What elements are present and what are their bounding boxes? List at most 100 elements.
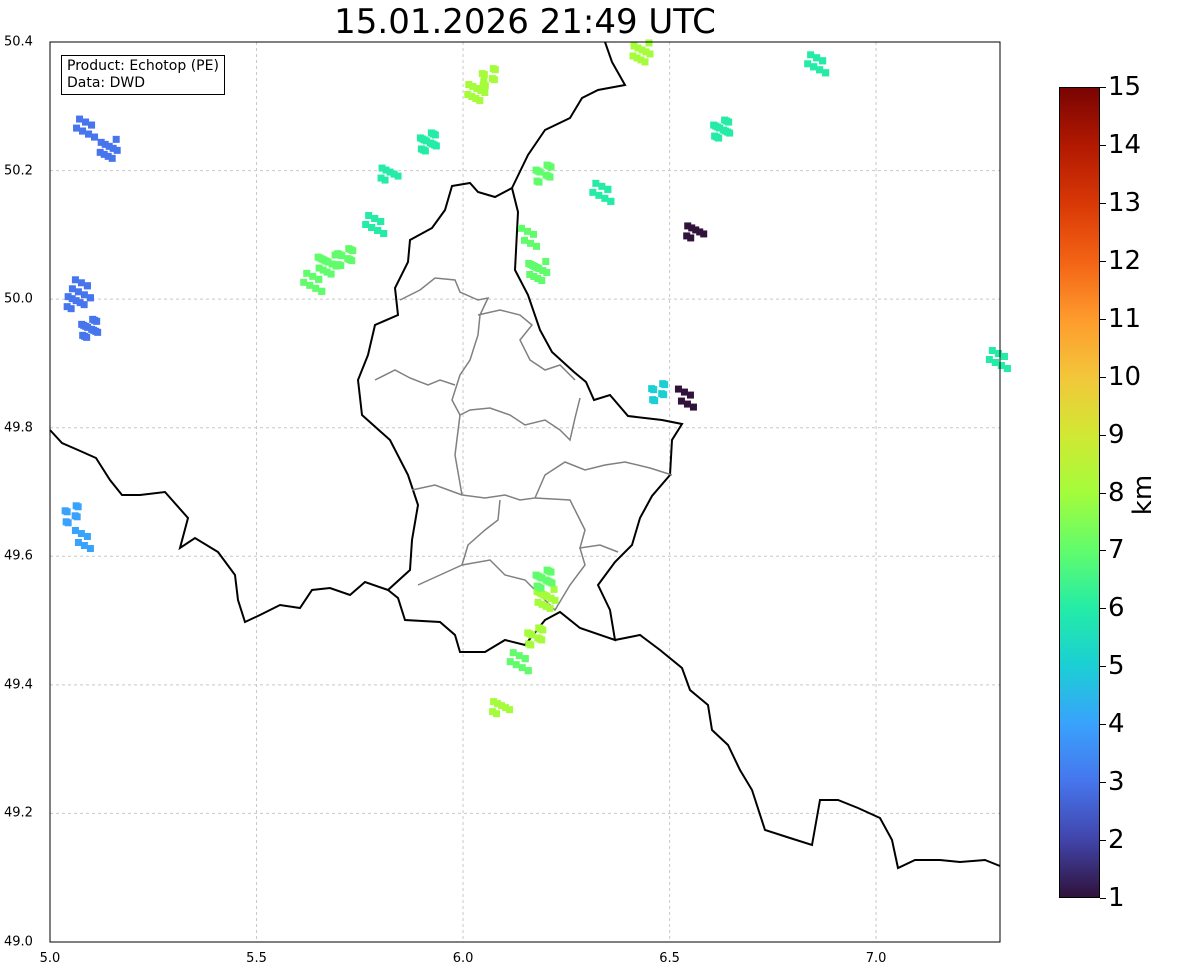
echo-cell (551, 596, 559, 604)
colorbar-tick-label: 9 (1108, 419, 1125, 450)
colorbar-tick-mark (1100, 666, 1106, 668)
echo-cell (641, 58, 649, 66)
echo-cell (86, 294, 94, 302)
echo-cell (518, 664, 526, 672)
echo-cell (80, 301, 88, 309)
echo-cell (813, 54, 821, 62)
echo-cell (660, 391, 668, 399)
echo-cell (431, 131, 439, 139)
echo-cell (536, 168, 544, 176)
canton-border (399, 277, 581, 442)
colorbar-tick-mark (1100, 782, 1106, 784)
colorbar (1059, 87, 1100, 898)
echo-cell (546, 173, 554, 181)
echo-cell (527, 641, 535, 649)
echo-cell (83, 533, 91, 540)
echo-cell (86, 545, 94, 552)
y-tick-label: 49.2 (4, 805, 33, 821)
echo-cell (822, 69, 830, 77)
product-label: Product: Echotop (PE) (67, 58, 219, 74)
y-tick-label: 49.4 (4, 677, 33, 693)
echo-cell (80, 542, 88, 549)
colorbar-tick-label: 3 (1108, 767, 1125, 798)
echo-cell (64, 519, 72, 527)
colorbar-tick-label: 4 (1108, 709, 1125, 740)
echo-cell (421, 147, 429, 155)
colorbar-tick-label: 5 (1108, 651, 1125, 682)
echo-cell (348, 257, 356, 265)
echo-cell (689, 403, 697, 411)
echo-cell (518, 224, 525, 232)
colorbar-tick-label: 13 (1108, 187, 1142, 218)
echo-cell (601, 194, 609, 202)
colorbar-tick-label: 7 (1108, 535, 1125, 566)
colorbar-tick-mark (1100, 202, 1106, 204)
colorbar-tick-mark (1100, 550, 1106, 552)
y-tick-label: 50.4 (4, 34, 33, 50)
echo-cell (1003, 365, 1011, 372)
echo-cell (349, 247, 357, 255)
y-tick-label: 50.0 (4, 291, 33, 307)
echo-cell (988, 347, 996, 354)
colorbar-tick-mark (1100, 840, 1106, 842)
echo-cell (547, 163, 555, 171)
echo-cell (91, 133, 99, 141)
colorbar-tick-mark (1100, 434, 1106, 436)
echo-cell (819, 57, 827, 65)
echo-cell (322, 257, 330, 265)
echo-cell (112, 135, 120, 143)
echo-cell (524, 667, 532, 675)
echo-cell (68, 285, 76, 293)
luxembourg-border (356, 181, 684, 653)
echo-cell (661, 381, 669, 389)
echo-cell (991, 359, 999, 366)
echo-cell (306, 281, 314, 289)
canton-borders (374, 277, 673, 612)
echo-cell (303, 269, 311, 277)
y-tick-label: 49.0 (4, 934, 33, 950)
colorbar-tick-label: 8 (1108, 477, 1125, 508)
echo-cell (646, 50, 654, 58)
echo-cell (539, 626, 547, 634)
colorbar-tick-label: 14 (1108, 129, 1142, 160)
echo-cell (491, 66, 499, 74)
colorbar-tick-mark (1100, 608, 1106, 610)
echo-cell (74, 503, 82, 511)
echo-cell (422, 137, 430, 145)
echo-cell (604, 185, 612, 193)
echo-cell (985, 356, 993, 363)
map-plot (49, 39, 1011, 943)
echo-cell (686, 391, 694, 399)
canton-border (411, 484, 463, 496)
echo-cell (994, 350, 1002, 357)
colorbar-tick-mark (1100, 492, 1106, 494)
y-tick-label: 50.2 (4, 163, 33, 179)
echo-cell (521, 236, 528, 244)
echo-cell (725, 118, 733, 126)
echo-cell (381, 176, 389, 184)
echo-cell (687, 234, 695, 242)
colorbar-tick-mark (1100, 898, 1106, 899)
echo-cell (512, 661, 520, 669)
echo-cell (84, 323, 92, 331)
echo-cell (535, 178, 543, 186)
echo-cell (312, 284, 320, 292)
echo-cell (515, 652, 523, 660)
colorbar-tick-label: 2 (1108, 825, 1125, 856)
echo-cell (300, 278, 308, 286)
country-borders (49, 41, 1001, 870)
x-tick-label: 6.5 (659, 951, 680, 966)
colorbar-tick-label: 10 (1108, 361, 1142, 392)
colorbar-tick-mark (1100, 87, 1106, 88)
echo-cell (374, 227, 382, 234)
canton-border (477, 309, 576, 381)
echo-cell (338, 252, 346, 260)
echo-cell (683, 400, 691, 408)
echo-cell (113, 146, 121, 154)
belgium-germany-border (511, 41, 627, 189)
y-tick-label: 49.8 (4, 420, 33, 436)
echo-cell (650, 386, 658, 394)
info-box: Product: Echotop (PE) Data: DWD (61, 55, 225, 95)
colorbar-tick-mark (1100, 376, 1106, 378)
echo-cell (807, 51, 815, 59)
